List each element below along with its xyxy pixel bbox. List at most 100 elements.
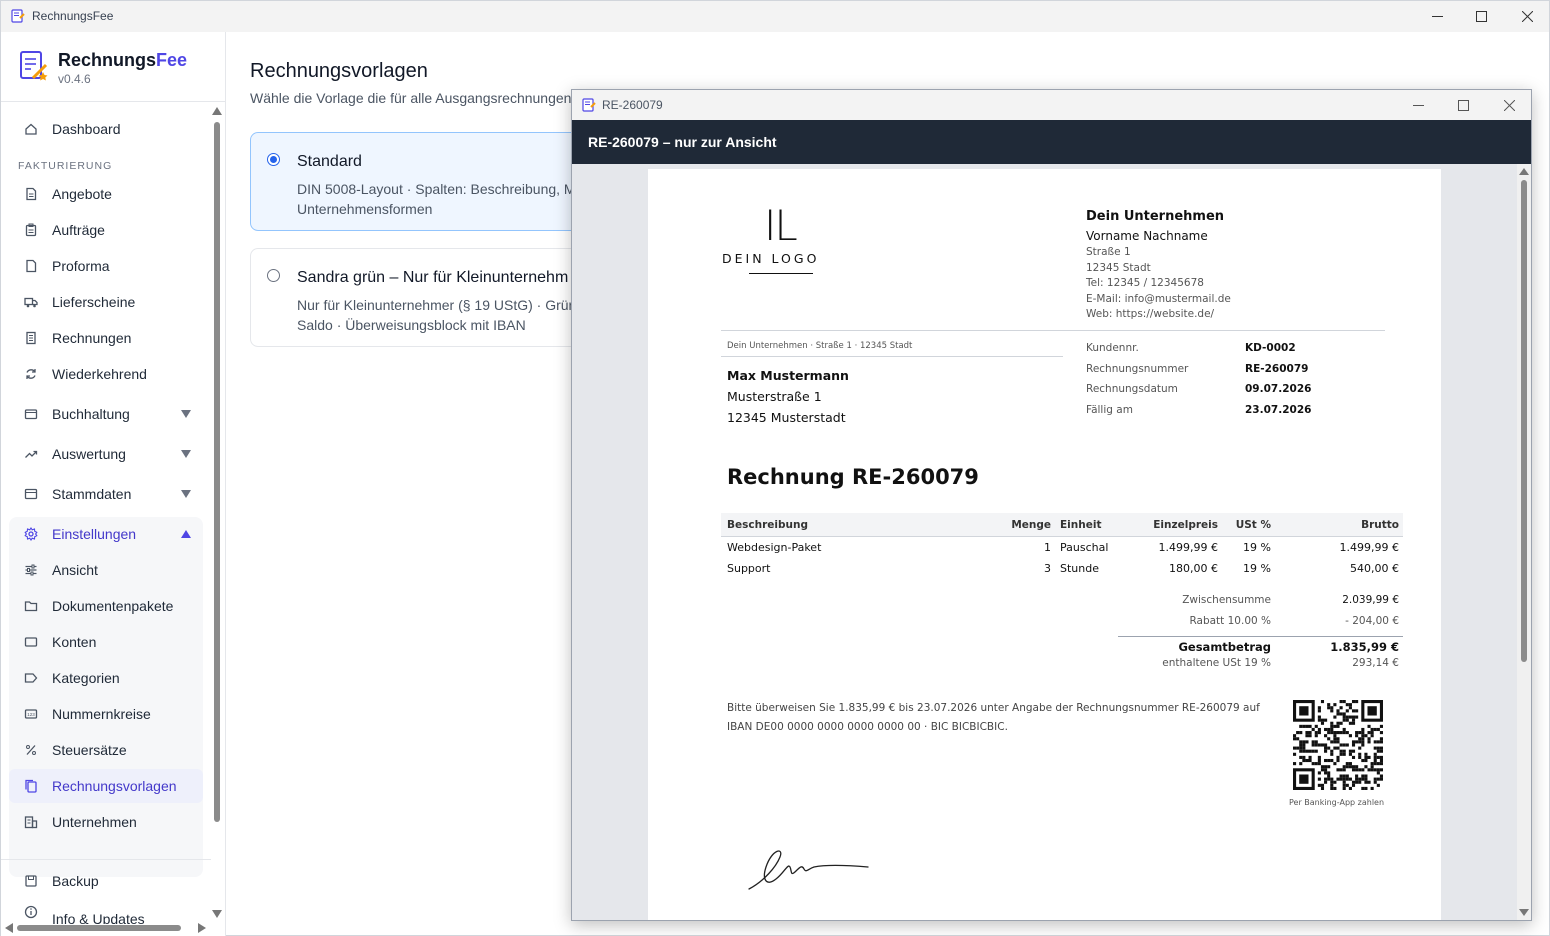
col-header: Einzelpreis: [1153, 519, 1218, 531]
nav-angebote[interactable]: Angebote: [9, 177, 203, 211]
tag-icon: [23, 670, 39, 686]
template-card-sandra-gruen[interactable]: Sandra grün – Nur für Kleinunternehm Nur…: [250, 248, 590, 347]
app-icon: [582, 98, 596, 112]
close-icon: [1503, 99, 1515, 111]
trend-icon: [23, 446, 39, 462]
nav-wiederkehrend[interactable]: Wiederkehrend: [9, 357, 203, 391]
app-icon: [11, 9, 25, 23]
sidebar-horizontal-scrollbar[interactable]: [1, 921, 211, 935]
totals-block: Zwischensumme 2.039,99 € Rabatt 10.00 % - …: [1118, 594, 1403, 678]
divider: [1, 859, 211, 860]
preview-minimize-button[interactable]: [1395, 90, 1441, 120]
nav-label: Kategorien: [52, 670, 120, 686]
divider: [721, 356, 1063, 357]
company-block: Dein Unternehmen Vorname Nachname Straße…: [1086, 209, 1231, 323]
sidebar-vertical-scrollbar[interactable]: [211, 107, 223, 922]
invoice-page: IL DEIN LOGO Dein Unternehmen Vorname Na…: [648, 169, 1441, 920]
table-row: Support 3 Stunde 180,00 € 19 % 540,00 €: [727, 562, 1399, 575]
total-row: Gesamtbetrag 1.835,99 €: [1118, 636, 1403, 657]
preview-body: IL DEIN LOGO Dein Unternehmen Vorname Na…: [572, 164, 1531, 920]
file-icon: [23, 258, 39, 274]
nav-label: Ansicht: [52, 562, 98, 578]
nav-backup[interactable]: Backup: [9, 864, 203, 898]
nav-label: Dokumentenpakete: [52, 598, 174, 614]
nav-label: Unternehmen: [52, 814, 137, 830]
close-button[interactable]: [1504, 1, 1550, 32]
building-icon: [23, 814, 39, 830]
template-name: Standard: [297, 153, 362, 170]
save-icon: [23, 873, 39, 889]
minimize-icon: [1431, 16, 1443, 17]
company-street: Straße 1: [1086, 246, 1131, 258]
preview-scrollbar[interactable]: [1517, 164, 1531, 920]
maximize-button[interactable]: [1458, 1, 1504, 32]
preview-close-button[interactable]: [1486, 90, 1532, 120]
scroll-right-icon[interactable]: [198, 923, 206, 933]
template-card-standard[interactable]: Standard DIN 5008-Layout · Spalten: Besc…: [250, 132, 590, 231]
nav-label: Steuersätze: [52, 742, 127, 758]
nav-stammdaten[interactable]: Stammdaten: [9, 477, 203, 511]
nav-label: Dashboard: [52, 121, 121, 137]
nav-buchhaltung[interactable]: Buchhaltung: [9, 397, 203, 431]
database-icon: [23, 486, 39, 502]
nav-auftraege[interactable]: Aufträge: [9, 213, 203, 247]
scroll-left-icon[interactable]: [5, 923, 13, 933]
nav-label: Einstellungen: [52, 526, 137, 542]
table-row: Webdesign-Paket 1 Pauschal 1.499,99 € 19…: [727, 541, 1399, 554]
nav-dokumentenpakete[interactable]: Dokumentenpakete: [9, 589, 203, 623]
nav-unternehmen[interactable]: Unternehmen: [9, 805, 203, 839]
template-radio[interactable]: [267, 153, 280, 166]
recipient-street: Musterstraße 1: [727, 389, 822, 404]
nav-dashboard[interactable]: Dashboard: [9, 112, 203, 146]
page-title: Rechnungsvorlagen: [250, 60, 428, 82]
template-radio[interactable]: [267, 269, 280, 282]
nav-ansicht[interactable]: Ansicht: [9, 553, 203, 587]
logo-mark: IL: [764, 201, 798, 250]
chevron-up-icon: [181, 530, 191, 538]
nav-kategorien[interactable]: Kategorien: [9, 661, 203, 695]
nav-konten[interactable]: Konten: [9, 625, 203, 659]
nav-proforma[interactable]: Proforma: [9, 249, 203, 283]
maximize-icon: [1457, 99, 1469, 111]
chevron-down-icon: [181, 450, 191, 458]
nav-auswertung[interactable]: Auswertung: [9, 437, 203, 471]
divider: [1, 101, 225, 102]
scroll-down-icon[interactable]: [212, 910, 222, 918]
company-tel: Tel: 12345 / 12345678: [1086, 277, 1204, 289]
clipboard-icon: [23, 222, 39, 238]
chevron-down-icon: [181, 410, 191, 418]
nav-steuersaetze[interactable]: Steuersätze: [9, 733, 203, 767]
template-description: DIN 5008-Layout · Spalten: Beschreibung,…: [297, 181, 584, 217]
company-city: 12345 Stadt: [1086, 261, 1151, 274]
scrollbar-thumb[interactable]: [1521, 180, 1527, 662]
scroll-down-icon[interactable]: [1519, 909, 1529, 916]
sidebar: RechnungsFee v0.4.6 Dashboard FAKTURIERU…: [1, 32, 226, 936]
preview-maximize-button[interactable]: [1440, 90, 1486, 120]
col-header: Menge: [1011, 519, 1051, 531]
brand-logo: [20, 51, 48, 81]
meta-row: Rechnungsdatum 09.07.2026: [1086, 383, 1312, 396]
nav-label: Aufträge: [52, 222, 105, 238]
sliders-icon: [23, 562, 39, 578]
invoice-meta: Kundennr. KD-0002 Rechnungsnummer RE-26007…: [1086, 342, 1386, 425]
wallet-icon: [23, 406, 39, 422]
scroll-up-icon[interactable]: [1519, 168, 1529, 175]
col-header: Brutto: [1361, 519, 1399, 531]
col-header: Einheit: [1060, 519, 1102, 531]
nav-rechnungsvorlagen[interactable]: Rechnungsvorlagen: [9, 769, 203, 803]
repeat-icon: [23, 366, 39, 382]
nav-nummernkreise[interactable]: 123 Nummernkreise: [9, 697, 203, 731]
nav-einstellungen[interactable]: Einstellungen: [9, 517, 203, 551]
svg-text:123: 123: [27, 712, 35, 717]
nav-rechnungen[interactable]: Rechnungen: [9, 321, 203, 355]
qr-code-icon: [1293, 700, 1383, 790]
payment-instructions: Bitte überweisen Sie 1.835,99 € bis 23.0…: [727, 702, 1260, 733]
vat-row: enthaltene USt 19 % 293,14 €: [1162, 657, 1399, 669]
nav-lieferscheine[interactable]: Lieferscheine: [9, 285, 203, 319]
scroll-up-icon[interactable]: [212, 107, 222, 115]
minimize-button[interactable]: [1414, 1, 1460, 32]
recipient-name: Max Mustermann: [727, 368, 849, 383]
scrollbar-thumb[interactable]: [214, 122, 220, 822]
scrollbar-thumb[interactable]: [17, 925, 181, 931]
home-icon: [23, 121, 39, 137]
